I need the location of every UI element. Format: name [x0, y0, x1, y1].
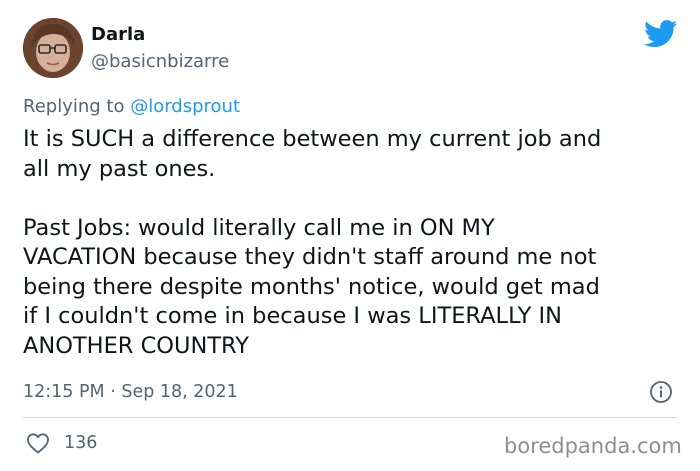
tweet-line: Past Jobs: would literally call me in ON…	[23, 214, 495, 241]
tweet-text: It is SUCH a difference between my curre…	[23, 125, 688, 361]
heart-icon[interactable]	[26, 432, 50, 454]
reply-prefix: Replying to	[23, 96, 131, 117]
avatar-photo	[23, 18, 83, 78]
tweet-line: being there despite months' notice, woul…	[23, 273, 600, 300]
tweet-timestamp[interactable]: 12:15 PM · Sep 18, 2021	[23, 382, 238, 402]
tweet-line: if I couldn't come in because I was LITE…	[23, 303, 562, 329]
author-name[interactable]: Darla	[91, 24, 145, 45]
like-count: 136	[64, 433, 98, 453]
divider	[23, 417, 677, 418]
avatar[interactable]	[23, 18, 83, 78]
tweet-line: It is SUCH a difference between my curre…	[23, 126, 602, 152]
tweet-line: VACATION because they didn't staff aroun…	[23, 244, 597, 270]
tweet-line: all my past ones.	[23, 155, 216, 182]
watermark: boredpanda.com	[504, 434, 682, 458]
tweet-line: ANOTHER COUNTRY	[23, 332, 249, 359]
author-handle[interactable]: @basicnbizarre	[91, 51, 229, 72]
info-icon[interactable]	[649, 380, 673, 404]
twitter-bird-icon[interactable]	[644, 20, 678, 48]
reply-context: Replying to @lordsprout	[23, 96, 240, 117]
reply-mention-link[interactable]: @lordsprout	[130, 96, 240, 117]
